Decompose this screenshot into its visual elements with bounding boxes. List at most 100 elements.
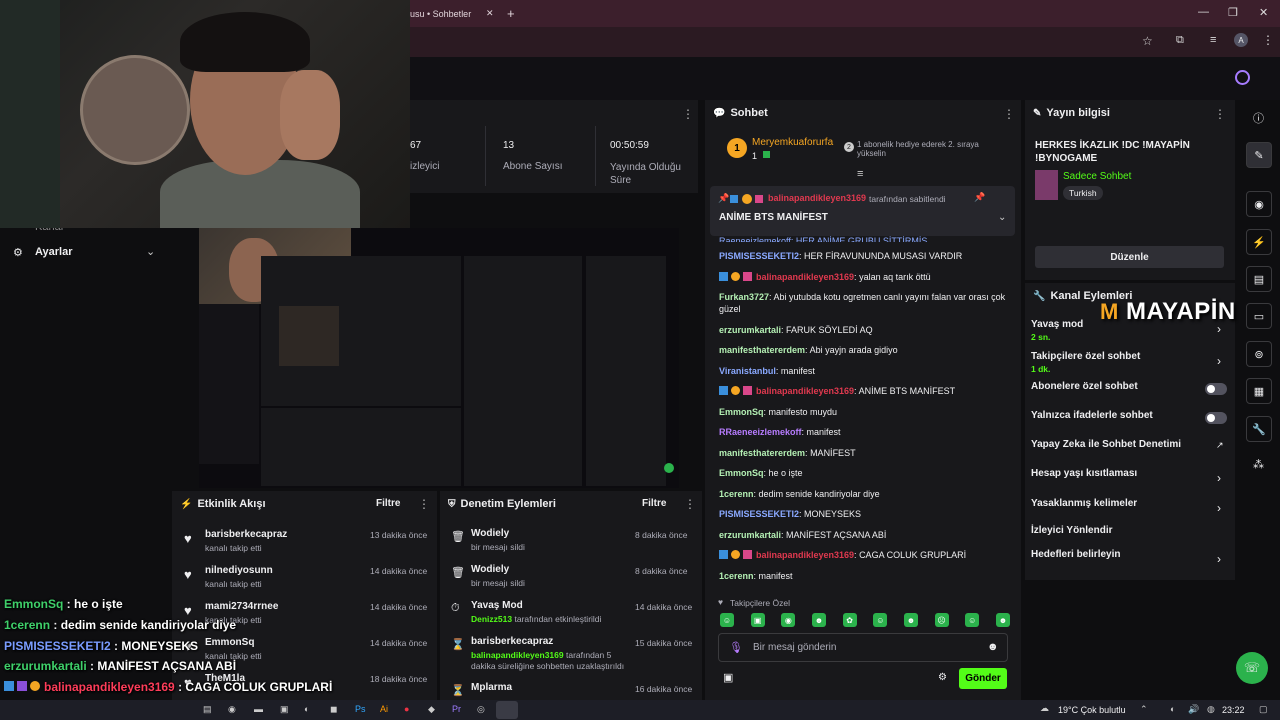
activity-filter-button[interactable]: Filtre	[376, 498, 400, 509]
user-avatar[interactable]	[1235, 70, 1250, 85]
emote-icon[interactable]: ☻	[903, 613, 918, 627]
new-tab-button[interactable]: +	[507, 6, 515, 21]
stats-menu-icon[interactable]: ⋮	[682, 107, 694, 121]
extensions-icon[interactable]: ⧉	[1176, 34, 1184, 47]
list-item[interactable]: ♥ barisberkecapraz kanalı takip etti 13 dak…	[172, 525, 437, 559]
broadcast-icon[interactable]: ⊚	[1246, 341, 1272, 367]
task-view-icon[interactable]: ▤	[203, 704, 212, 715]
sidebar-item-settings[interactable]: Ayarlar	[35, 246, 73, 258]
illustrator-icon[interactable]: Ai	[380, 704, 388, 714]
event-title[interactable]: barisberkecapraz	[471, 636, 553, 647]
chat-username[interactable]: RRaeneeizlemekoff	[719, 427, 802, 437]
emote-icon[interactable]: ☻	[811, 613, 826, 627]
chevron-right-icon[interactable]: ›	[1217, 354, 1221, 368]
chevron-down-icon[interactable]: ⌄	[998, 212, 1006, 223]
event-user[interactable]: barisberkecapraz	[205, 529, 287, 540]
media-icon[interactable]: ≡	[1210, 34, 1216, 46]
list-item[interactable]: ⌛ barisberkecapraz balinapandikleyen3169 t…	[440, 633, 702, 673]
chat-username[interactable]: PISMISESSEKETI2	[719, 251, 799, 261]
channel-action-item[interactable]: Takipçilere özel sohbet 1 dk. ›	[1025, 349, 1235, 375]
chat-username[interactable]: 1cerenn	[719, 489, 754, 499]
notification-icon[interactable]: ▢	[1259, 704, 1268, 715]
minimize-button[interactable]: —	[1198, 6, 1209, 18]
close-window-button[interactable]: ✕	[1259, 6, 1268, 19]
activity-menu-icon[interactable]: ⋮	[418, 497, 430, 511]
edge-icon[interactable]: ◐	[304, 704, 309, 714]
lightning-icon[interactable]: ⚡	[1246, 229, 1272, 255]
obs-icon[interactable]: ◎	[477, 704, 485, 715]
send-button[interactable]: Gönder	[959, 668, 1007, 689]
profile-avatar[interactable]: A	[1234, 33, 1248, 47]
expand-icon[interactable]: ≡	[857, 168, 863, 180]
emote-icon[interactable]: ▣	[750, 613, 765, 627]
channel-action-item[interactable]: Yapay Zeka ile Sohbet Denetimi ↗	[1025, 437, 1235, 463]
language-icon[interactable]: ◍	[1207, 704, 1215, 715]
emote-icon[interactable]: ☺	[720, 613, 734, 627]
close-tab-icon[interactable]: ✕	[486, 8, 494, 19]
app-icon[interactable]: ◆	[428, 704, 435, 715]
channel-action-item[interactable]: Abonelere özel sohbet	[1025, 379, 1235, 405]
emote-icon[interactable]: ☺	[965, 613, 980, 627]
moderation-menu-icon[interactable]: ⋮	[684, 497, 696, 511]
layout-icon[interactable]: ▦	[1246, 378, 1272, 404]
chat-username[interactable]: EmmonSq	[719, 407, 764, 417]
chat-username[interactable]: manifesthatererdem	[719, 345, 805, 355]
camera-icon[interactable]: ◉	[1246, 191, 1272, 217]
chat-username[interactable]: erzurumkartali	[719, 325, 781, 335]
maximize-button[interactable]: ❐	[1228, 6, 1238, 19]
channel-action-item[interactable]: Hesap yaşı kısıtlaması ›	[1025, 466, 1235, 492]
menu-icon[interactable]: ⋮	[1262, 33, 1274, 47]
channel-action-item[interactable]: Yalnızca ifadelerle sohbet	[1025, 408, 1235, 434]
chevron-down-icon[interactable]: ⌄	[146, 245, 155, 258]
help-chat-button[interactable]: ☏	[1236, 652, 1268, 684]
chrome-active-icon[interactable]	[496, 701, 518, 719]
folder-icon[interactable]: ▬	[254, 704, 263, 714]
apps-icon[interactable]: ⁂	[1253, 458, 1264, 471]
event-title[interactable]: Yavaş Mod	[471, 600, 523, 611]
pinned-by-user[interactable]: balinapandikleyen3169	[768, 193, 866, 203]
event-title[interactable]: Mplarma	[471, 682, 512, 693]
photoshop-icon[interactable]: Ps	[355, 704, 366, 714]
chevron-right-icon[interactable]: ›	[1217, 552, 1221, 566]
toggle-switch[interactable]	[1205, 383, 1227, 395]
chat-username[interactable]: manifesthatererdem	[719, 448, 805, 458]
emote-icon[interactable]: ☹	[934, 613, 949, 627]
app-icon[interactable]: ◼	[330, 704, 337, 715]
chat-username[interactable]: 1cerenn	[719, 571, 754, 581]
chat-username[interactable]: erzurumkartali	[719, 530, 781, 540]
chat-username[interactable]: Furkan3727	[719, 292, 769, 302]
emote-icon[interactable]: ◉	[781, 613, 796, 627]
premiere-icon[interactable]: Pr	[452, 704, 461, 714]
moderation-filter-button[interactable]: Filtre	[642, 498, 666, 509]
external-link-icon[interactable]: ↗	[1216, 440, 1224, 451]
gifter-name[interactable]: Meryemkuaforurfa	[752, 137, 833, 148]
emote-icon[interactable]: ☻	[995, 613, 1010, 627]
event-title[interactable]: Wodiely	[471, 564, 509, 575]
channel-action-item[interactable]: Yasaklanmış kelimeler ›	[1025, 496, 1235, 522]
chevron-right-icon[interactable]: ›	[1217, 501, 1221, 515]
chat-username[interactable]: PISMISESSEKETI2	[719, 509, 799, 519]
toggle-switch[interactable]	[1205, 412, 1227, 424]
event-user[interactable]: nilnediyosunn	[205, 565, 273, 576]
emote-icon[interactable]: ☺	[873, 613, 888, 627]
category-link[interactable]: Sadece Sohbet	[1063, 171, 1131, 182]
chat-username[interactable]: balinapandikleyen3169	[756, 272, 854, 282]
chat-settings-icon[interactable]: ⚙	[938, 672, 947, 683]
list-item[interactable]: ♥ nilnediyosunn kanalı takip etti 14 dakika…	[172, 561, 437, 595]
chat-username[interactable]: EmmonSq	[719, 468, 764, 478]
channel-action-item[interactable]: İzleyici Yönlendir	[1025, 523, 1235, 549]
gift-store-icon[interactable]: ▣	[723, 671, 733, 684]
unpin-icon[interactable]: 📌	[974, 192, 985, 203]
emoji-icon[interactable]: ☻	[987, 641, 999, 653]
browser-tab-title[interactable]: usu • Sohbetler	[410, 9, 471, 19]
event-user[interactable]: balinapandikleyen3169	[471, 650, 564, 660]
chat-icon[interactable]: ▭	[1246, 303, 1272, 329]
store-icon[interactable]: ▣	[280, 704, 289, 715]
document-icon[interactable]: ▤	[1246, 266, 1272, 292]
chat-menu-icon[interactable]: ⋮	[1003, 107, 1015, 121]
bookmark-star-icon[interactable]: ☆	[1142, 34, 1153, 48]
list-item[interactable]: ⏱ Yavaş Mod Denizz513 tarafından etkinleşt…	[440, 597, 702, 637]
list-item[interactable]: 🗑 Wodiely bir mesajı sildi 8 dakika önce	[440, 525, 702, 565]
info-icon[interactable]: ⓘ	[1253, 110, 1264, 126]
tray-up-icon[interactable]: ⌃	[1140, 704, 1148, 715]
